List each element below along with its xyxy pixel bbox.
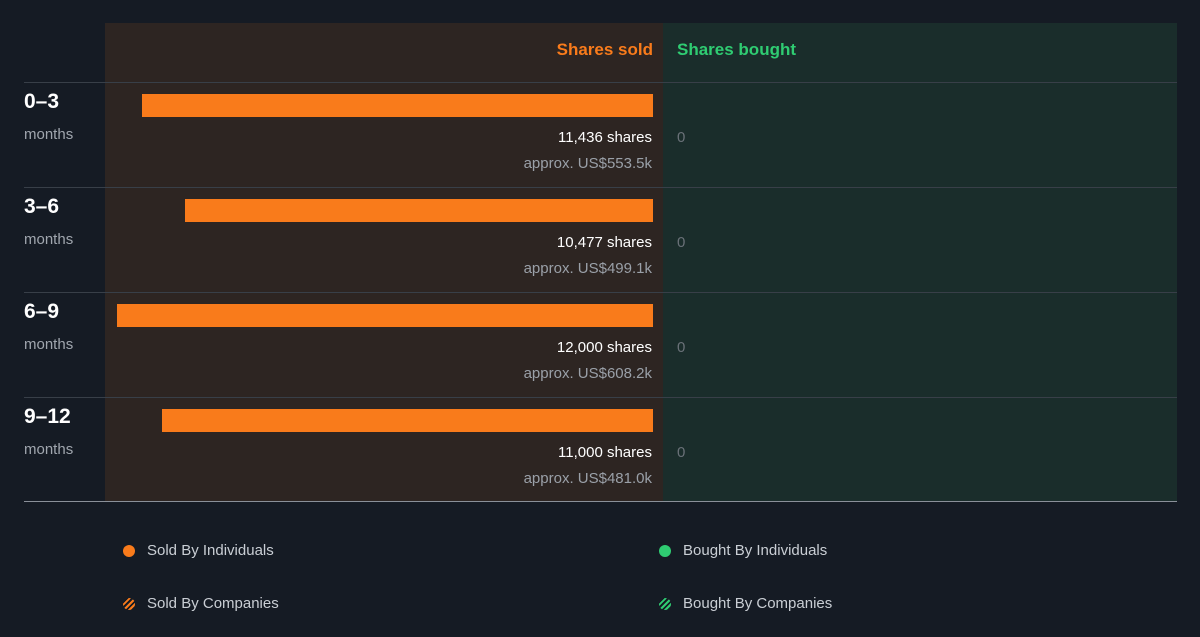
bought-shares-label: 0 [677,339,686,356]
sold-bar [185,199,653,222]
period-unit: months [24,231,74,248]
shares-bought-header: Shares bought [677,40,797,59]
period-unit: months [24,126,74,143]
legend-label: Bought By Individuals [683,542,828,559]
row-divider [24,82,1177,83]
sold-value-label: approx. US$608.2k [523,365,652,382]
bought-companies-striped-dot-icon [659,597,671,610]
legend-sold-individuals[interactable]: Sold By Individuals [123,542,274,559]
legend-bought-individuals[interactable]: Bought By Individuals [659,542,827,559]
sold-companies-striped-dot-icon [123,597,135,610]
row-divider [24,292,1177,293]
sold-bar [162,409,653,432]
sold-bar [142,94,653,117]
legend-bought-companies[interactable]: Bought By Companies [659,595,832,612]
sold-individuals-dot-icon [123,544,135,557]
sold-value-label: approx. US$499.1k [523,260,652,277]
shares-bought-panel [663,23,1177,502]
sold-shares-label: 10,477 shares [556,234,652,251]
sold-shares-label: 11,000 shares [558,444,652,461]
bought-shares-label: 0 [677,444,686,461]
legend-label: Sold By Companies [147,595,279,612]
sold-value-label: approx. US$553.5k [523,155,652,172]
period-label: 9–12 [24,405,71,428]
legend-label: Bought By Companies [683,595,833,612]
sold-value-label: approx. US$481.0k [523,470,652,487]
row-divider [24,187,1177,188]
legend-sold-companies[interactable]: Sold By Companies [123,595,279,612]
row-divider [24,397,1177,398]
legend-label: Sold By Individuals [147,542,274,559]
period-unit: months [24,336,74,353]
chart-baseline [24,501,1177,502]
period-label: 6–9 [24,300,60,323]
sold-shares-label: 12,000 shares [556,339,652,356]
period-label: 3–6 [24,195,60,218]
period-label: 0–3 [24,90,60,113]
bought-shares-label: 0 [677,234,686,251]
bought-individuals-dot-icon [659,544,671,557]
period-unit: months [24,441,74,458]
bought-shares-label: 0 [677,129,686,146]
sold-bar [117,304,653,327]
sold-shares-label: 11,436 shares [558,129,652,146]
shares-sold-header: Shares sold [556,40,653,59]
